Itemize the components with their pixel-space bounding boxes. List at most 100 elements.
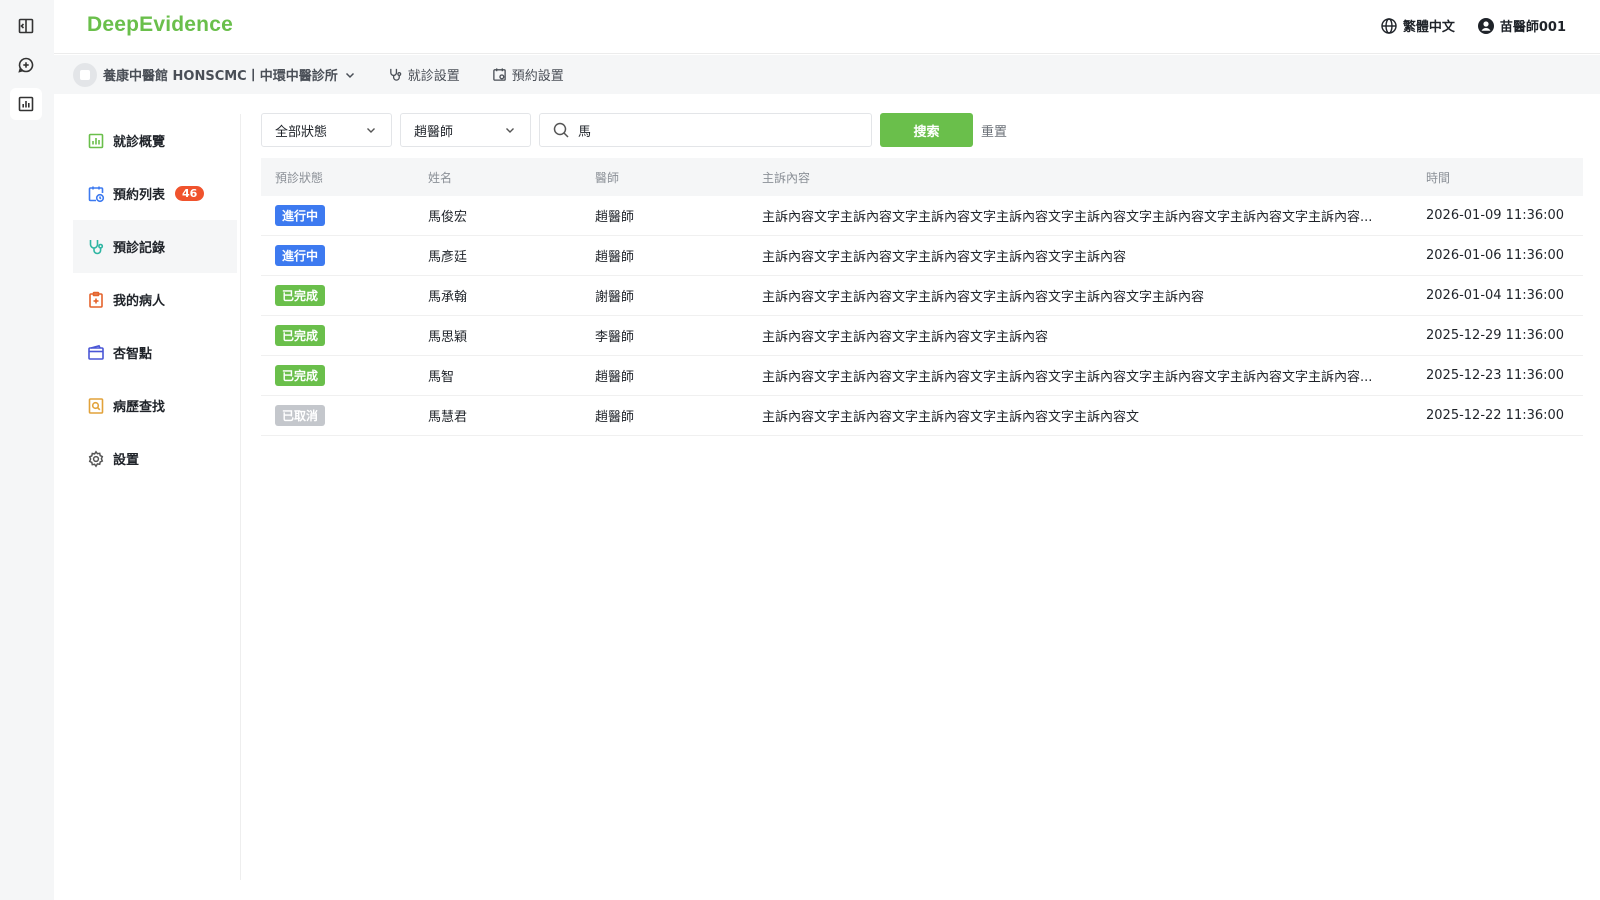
table-row[interactable]: 已完成 馬承翰 謝醫師 主訴內容文字主訴內容文字主訴內容文字主訴內容文字主訴內容… — [261, 276, 1583, 316]
calendar-clock-icon — [88, 186, 105, 202]
status-select[interactable]: 全部狀態 — [261, 113, 392, 147]
record-time: 2026-01-09 11:36:00 — [1426, 208, 1565, 223]
complaint-content: 主訴內容文字主訴內容文字主訴內容文字主訴內容文字主訴內容文字主訴內容文字主訴內容… — [762, 210, 1373, 225]
patient-name: 馬俊宏 — [428, 210, 468, 225]
record-time: 2025-12-22 11:36:00 — [1426, 408, 1565, 423]
sidebar-nav: 就診概覽 預約列表 46 預診記錄 我的病人 杏智點 病歷查找 設置 — [73, 114, 237, 485]
globe-icon — [1381, 17, 1397, 34]
record-search-icon — [88, 397, 104, 414]
sidebar-item-record-search[interactable]: 病歷查找 — [73, 379, 237, 432]
table-row[interactable]: 已完成 馬思穎 李醫師 主訴內容文字主訴內容文字主訴內容文字主訴內容 2025-… — [261, 316, 1583, 356]
org-selector[interactable]: 養康中醫館 HONSCMC丨中環中醫診所 — [73, 62, 356, 87]
sidebar-item-my-patients[interactable]: 我的病人 — [73, 273, 237, 326]
new-chat-icon[interactable] — [10, 49, 42, 81]
table-header: 預診狀態 姓名 醫師 主訴內容 時間 — [261, 158, 1583, 196]
sidebar-item-points[interactable]: 杏智點 — [73, 326, 237, 379]
doctor-select-value: 趙醫師 — [414, 124, 454, 140]
icon-rail — [0, 0, 54, 900]
record-time: 2025-12-29 11:36:00 — [1426, 328, 1565, 343]
sidebar-item-label: 就診概覽 — [113, 135, 166, 150]
sidebar-item-label: 病歷查找 — [113, 400, 166, 415]
table-row[interactable]: 進行中 馬俊宏 趙醫師 主訴內容文字主訴內容文字主訴內容文字主訴內容文字主訴內容… — [261, 196, 1583, 236]
org-avatar — [73, 62, 97, 87]
patient-clipboard-icon — [89, 291, 103, 308]
status-badge: 已取消 — [275, 405, 326, 426]
visit-settings-label: 就診設置 — [407, 69, 460, 84]
filter-bar: 全部狀態 趙醫師 搜索 重置 — [261, 113, 1007, 147]
visit-settings-link[interactable]: 就診設置 — [388, 65, 460, 84]
booking-settings-link[interactable]: 預約設置 — [492, 65, 564, 84]
sidebar-divider — [240, 114, 241, 880]
sidebar-item-label: 杏智點 — [113, 347, 153, 362]
chevron-down-icon — [345, 72, 354, 78]
search-box — [539, 113, 872, 147]
language-label: 繁體中文 — [1402, 20, 1455, 35]
sidebar-item-label: 預診記錄 — [113, 241, 166, 256]
stethoscope-icon — [89, 239, 104, 254]
header-status: 預診狀態 — [275, 170, 324, 185]
doctor-name: 趙醫師 — [595, 370, 635, 385]
sidebar-item-label: 預約列表 — [113, 188, 166, 203]
search-button[interactable]: 搜索 — [880, 113, 973, 147]
app-logo[interactable]: DeepEvidence — [87, 13, 233, 37]
dashboard-icon[interactable] — [10, 88, 42, 120]
complaint-content: 主訴內容文字主訴內容文字主訴內容文字主訴內容 — [762, 330, 1049, 345]
table-row[interactable]: 進行中 馬彥廷 趙醫師 主訴內容文字主訴內容文字主訴內容文字主訴內容文字主訴內容… — [261, 236, 1583, 276]
sidebar-item-pre-diagnosis[interactable]: 預診記錄 — [73, 220, 237, 273]
stethoscope-icon — [389, 68, 402, 81]
patient-name: 馬智 — [428, 370, 455, 385]
doctor-name: 趙醫師 — [595, 210, 635, 225]
patient-name: 馬思穎 — [428, 330, 468, 345]
language-switcher[interactable]: 繁體中文 — [1380, 16, 1455, 35]
complaint-content: 主訴內容文字主訴內容文字主訴內容文字主訴內容文字主訴內容文字主訴內容 — [762, 290, 1205, 305]
record-time: 2025-12-23 11:36:00 — [1426, 368, 1565, 383]
search-icon — [553, 122, 569, 138]
complaint-content: 主訴內容文字主訴內容文字主訴內容文字主訴內容文字主訴內容 — [762, 250, 1127, 265]
complaint-content: 主訴內容文字主訴內容文字主訴內容文字主訴內容文字主訴內容文 — [762, 410, 1140, 425]
patient-name: 馬慧君 — [428, 410, 468, 425]
user-name: 苗醫師001 — [1499, 20, 1566, 35]
header-doctor: 醫師 — [595, 170, 620, 185]
user-avatar-icon — [1477, 17, 1494, 34]
doctor-select[interactable]: 趙醫師 — [400, 113, 531, 147]
table-row[interactable]: 已取消 馬慧君 趙醫師 主訴內容文字主訴內容文字主訴內容文字主訴內容文字主訴內容… — [261, 396, 1583, 436]
appointments-count-badge: 46 — [175, 186, 205, 201]
status-select-value: 全部狀態 — [275, 124, 328, 140]
doctor-name: 李醫師 — [595, 330, 635, 345]
chevron-down-icon — [367, 128, 375, 133]
toggle-sidebar-icon[interactable] — [10, 10, 42, 42]
doctor-name: 趙醫師 — [595, 410, 635, 425]
sidebar-item-appointments[interactable]: 預約列表 46 — [73, 167, 237, 220]
chart-icon — [88, 133, 104, 148]
user-menu[interactable]: 苗醫師001 — [1477, 16, 1566, 35]
status-badge: 已完成 — [275, 325, 326, 346]
records-table: 預診狀態 姓名 醫師 主訴內容 時間 進行中 馬俊宏 趙醫師 主訴內容文字主訴內… — [261, 158, 1583, 436]
sidebar-item-overview[interactable]: 就診概覽 — [73, 114, 237, 167]
table-row[interactable]: 已完成 馬智 趙醫師 主訴內容文字主訴內容文字主訴內容文字主訴內容文字主訴內容文… — [261, 356, 1583, 396]
app-main: DeepEvidence 繁體中文 苗醫師001 養康中醫館 HONSCMC丨中… — [54, 0, 1600, 900]
patient-name: 馬彥廷 — [428, 250, 468, 265]
sidebar-item-settings[interactable]: 設置 — [73, 432, 237, 485]
doctor-name: 謝醫師 — [595, 290, 635, 305]
status-badge: 已完成 — [275, 365, 326, 386]
patient-name: 馬承翰 — [428, 290, 468, 305]
gear-icon — [88, 449, 104, 468]
record-time: 2026-01-06 11:36:00 — [1426, 248, 1565, 263]
top-bar: DeepEvidence 繁體中文 苗醫師001 — [54, 0, 1600, 54]
header-time: 時間 — [1426, 170, 1451, 185]
calendar-gear-icon — [492, 68, 506, 81]
reset-button[interactable]: 重置 — [981, 121, 1007, 140]
org-name: 養康中醫館 HONSCMC丨中環中醫診所 — [103, 69, 338, 84]
booking-settings-label: 預約設置 — [511, 69, 564, 84]
doctor-name: 趙醫師 — [595, 250, 635, 265]
sub-bar: 養康中醫館 HONSCMC丨中環中醫診所 就診設置 預約設置 — [54, 55, 1600, 94]
record-time: 2026-01-04 11:36:00 — [1426, 288, 1565, 303]
header-content: 主訴內容 — [762, 170, 811, 185]
header-name: 姓名 — [428, 170, 453, 185]
status-badge: 已完成 — [275, 285, 326, 306]
sidebar-item-label: 我的病人 — [113, 294, 166, 309]
search-input[interactable] — [578, 122, 858, 138]
wallet-icon — [88, 344, 104, 360]
complaint-content: 主訴內容文字主訴內容文字主訴內容文字主訴內容文字主訴內容文字主訴內容文字主訴內容… — [762, 370, 1373, 385]
sidebar-item-label: 設置 — [113, 453, 140, 468]
